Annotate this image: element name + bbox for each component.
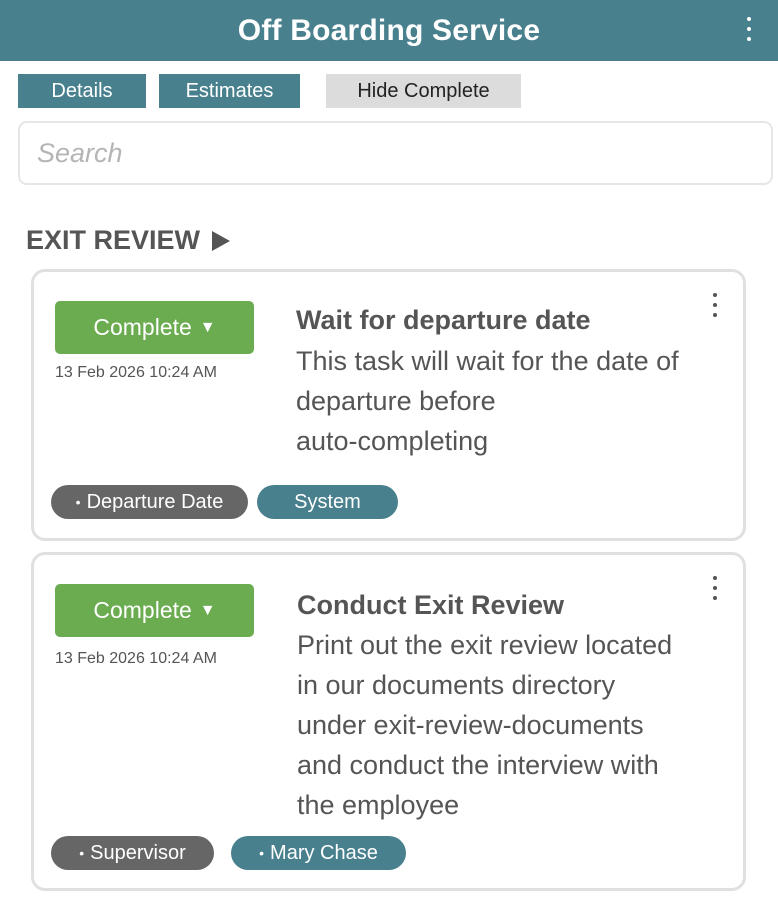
app-header: Off Boarding Service [0,0,778,61]
app-title: Off Boarding Service [237,13,541,47]
task-timestamp: 13 Feb 2026 10:24 AM [55,650,217,667]
section-title: EXIT REVIEW [26,225,201,255]
search-input[interactable] [18,121,773,185]
estimates-button[interactable]: Estimates [159,74,300,108]
hide-complete-button[interactable]: Hide Complete [326,74,521,108]
task-card: Complete ▼ 13 Feb 2026 10:24 AM Conduct … [31,552,746,891]
task-description: Print out the exit review located in our… [297,630,673,820]
task-description: This task will wait for the date of depa… [296,346,679,456]
tag-chip: • Departure Date [51,485,248,519]
task-title: Wait for departure date [296,305,591,335]
status-dropdown-button[interactable]: Complete ▼ [55,584,254,637]
tag-chip: System [257,485,398,519]
section-header-exit-review[interactable]: EXIT REVIEW [26,225,231,256]
bullet-icon: • [75,494,81,510]
details-button[interactable]: Details [18,74,146,108]
bullet-icon: • [79,845,85,861]
task-timestamp: 13 Feb 2026 10:24 AM [55,364,217,381]
status-label: Complete [93,597,192,623]
tag-chip: • Supervisor [51,836,214,870]
more-vertical-icon[interactable] [711,293,719,317]
task-card: Complete ▼ 13 Feb 2026 10:24 AM Wait for… [31,269,746,541]
caret-down-icon: ▼ [199,318,216,336]
status-dropdown-button[interactable]: Complete ▼ [55,301,254,354]
bullet-icon: • [259,845,265,861]
triangle-right-icon[interactable] [212,230,231,251]
status-label: Complete [93,314,192,340]
tag-chip: • Mary Chase [231,836,406,870]
task-title: Conduct Exit Review [297,590,565,620]
caret-down-icon: ▼ [199,601,216,619]
more-vertical-icon[interactable] [744,17,754,41]
more-vertical-icon[interactable] [711,576,719,600]
